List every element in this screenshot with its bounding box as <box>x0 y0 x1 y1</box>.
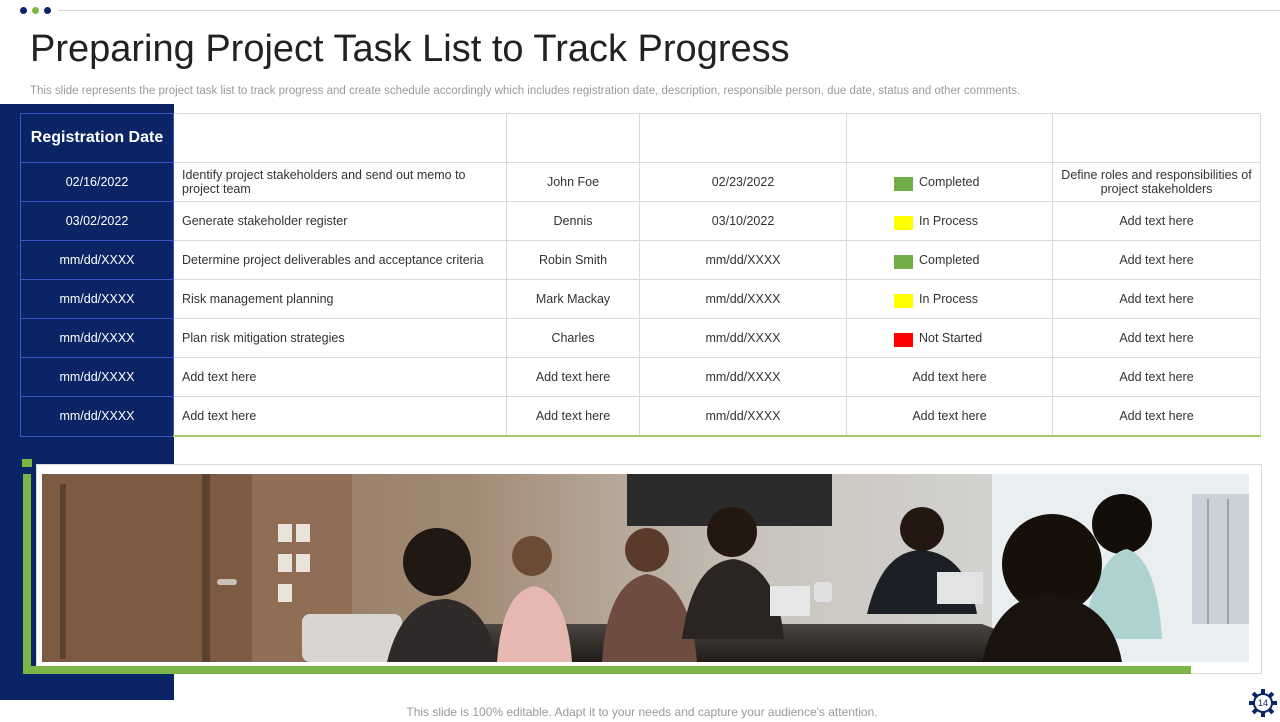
status-indicator <box>894 294 913 308</box>
status-indicator <box>894 255 913 269</box>
status-indicator <box>894 177 913 191</box>
header-cell-comments <box>1052 113 1261 163</box>
table-row: mm/dd/XXXX Add text here Add text here m… <box>20 357 1261 397</box>
task-table: Registration Date 02/16/2022 Identify pr… <box>20 113 1261 437</box>
green-accent-square <box>22 459 32 467</box>
due-date-cell: mm/dd/XXXX <box>639 240 847 280</box>
person-cell: Add text here <box>506 357 640 397</box>
description-cell: Identify project stakeholders and send o… <box>173 162 507 202</box>
status-cell: Completed <box>846 162 1053 202</box>
registration-date-cell: 02/16/2022 <box>20 162 174 202</box>
footer-note: This slide is 100% editable. Adapt it to… <box>406 705 878 719</box>
table-row: mm/dd/XXXX Determine project deliverable… <box>20 240 1261 280</box>
status-cell: In Process <box>846 201 1053 241</box>
comment-cell: Add text here <box>1052 318 1261 358</box>
person-cell: Mark Mackay <box>506 279 640 319</box>
registration-date-cell: mm/dd/XXXX <box>20 279 174 319</box>
registration-date-header: Registration Date <box>20 113 174 163</box>
description-cell: Add text here <box>173 396 507 437</box>
due-date-cell: mm/dd/XXXX <box>639 279 847 319</box>
comment-cell: Add text here <box>1052 201 1261 241</box>
due-date-cell: mm/dd/XXXX <box>639 318 847 358</box>
header-cell-status <box>846 113 1053 163</box>
registration-date-cell: mm/dd/XXXX <box>20 357 174 397</box>
green-accent-bar-horizontal <box>23 666 1191 674</box>
status-cell: In Process <box>846 279 1053 319</box>
meeting-photo-illustration <box>42 474 1249 662</box>
table-row: 02/16/2022 Identify project stakeholders… <box>20 162 1261 202</box>
table-row: mm/dd/XXXX Risk management planning Mark… <box>20 279 1261 319</box>
registration-date-cell: 03/02/2022 <box>20 201 174 241</box>
comment-cell: Add text here <box>1052 279 1261 319</box>
header-dots <box>20 7 51 14</box>
dot-green <box>32 7 39 14</box>
header-cell-due-date <box>639 113 847 163</box>
person-cell: Dennis <box>506 201 640 241</box>
comment-cell: Define roles and responsibilities of pro… <box>1052 162 1261 202</box>
due-date-cell: 02/23/2022 <box>639 162 847 202</box>
status-indicator <box>894 216 913 230</box>
table-row: 03/02/2022 Generate stakeholder register… <box>20 201 1261 241</box>
registration-date-cell: mm/dd/XXXX <box>20 318 174 358</box>
description-cell: Add text here <box>173 357 507 397</box>
status-indicator <box>894 333 913 347</box>
due-date-cell: mm/dd/XXXX <box>639 396 847 437</box>
comment-cell: Add text here <box>1052 357 1261 397</box>
table-header-row: Registration Date <box>20 113 1261 163</box>
green-accent-bar-vertical <box>23 474 31 674</box>
person-cell: Add text here <box>506 396 640 437</box>
comment-cell: Add text here <box>1052 240 1261 280</box>
description-cell: Generate stakeholder register <box>173 201 507 241</box>
top-divider <box>58 10 1280 11</box>
description-cell: Risk management planning <box>173 279 507 319</box>
slide-title: Preparing Project Task List to Track Pro… <box>30 28 790 70</box>
slide-subtitle: This slide represents the project task l… <box>30 85 1021 97</box>
due-date-cell: mm/dd/XXXX <box>639 357 847 397</box>
header-cell-description <box>173 113 507 163</box>
status-cell: Add text here <box>846 357 1053 397</box>
page-number: 14 <box>1257 698 1268 708</box>
task-table-container: Registration Date 02/16/2022 Identify pr… <box>20 113 1261 437</box>
due-date-cell: 03/10/2022 <box>639 201 847 241</box>
person-cell: John Foe <box>506 162 640 202</box>
comment-cell: Add text here <box>1052 396 1261 437</box>
table-row: mm/dd/XXXX Plan risk mitigation strategi… <box>20 318 1261 358</box>
registration-date-cell: mm/dd/XXXX <box>20 396 174 437</box>
person-cell: Robin Smith <box>506 240 640 280</box>
dot-navy-2 <box>44 7 51 14</box>
description-cell: Determine project deliverables and accep… <box>173 240 507 280</box>
status-cell: Completed <box>846 240 1053 280</box>
status-cell: Add text here <box>846 396 1053 437</box>
meeting-photo <box>42 474 1249 662</box>
header-cell-person <box>506 113 640 163</box>
description-cell: Plan risk mitigation strategies <box>173 318 507 358</box>
registration-date-cell: mm/dd/XXXX <box>20 240 174 280</box>
table-row: mm/dd/XXXX Add text here Add text here m… <box>20 396 1261 437</box>
dot-navy <box>20 7 27 14</box>
status-cell: Not Started <box>846 318 1053 358</box>
page-number-badge: 14 <box>1249 689 1277 717</box>
person-cell: Charles <box>506 318 640 358</box>
